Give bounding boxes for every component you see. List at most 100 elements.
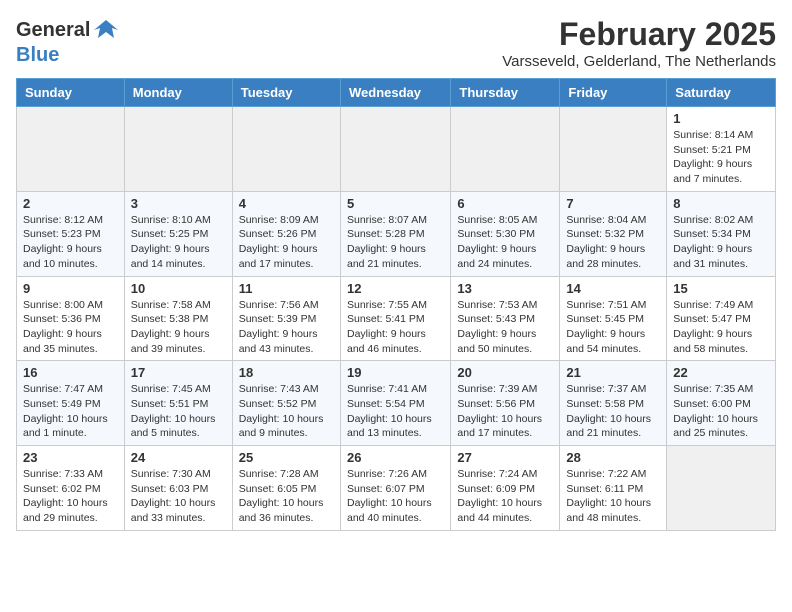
day-number: 21 [566,365,660,380]
title-block: February 2025 Varsseveld, Gelderland, Th… [502,16,776,70]
day-number: 25 [239,450,334,465]
table-row: 23 Sunrise: 7:33 AM Sunset: 6:02 PM Dayli… [17,446,125,531]
col-saturday: Saturday [667,79,776,107]
table-row: 9Sunrise: 8:00 AM Sunset: 5:36 PM Daylig… [17,276,125,361]
table-row: 7 Sunrise: 8:04 AM Sunset: 5:32 PM Daylig… [560,191,667,276]
day-number: 19 [347,365,444,380]
table-row: 20 Sunrise: 7:39 AM Sunset: 5:56 PM Dayli… [451,361,560,446]
calendar-week-row: 9Sunrise: 8:00 AM Sunset: 5:36 PM Daylig… [17,276,776,361]
day-number: 17 [131,365,226,380]
day-info: Sunrise: 7:58 AM Sunset: 5:38 PM Dayligh… [131,298,226,357]
day-info: Sunrise: 7:45 AM Sunset: 5:51 PM Dayligh… [131,382,226,441]
calendar-week-row: 16Sunrise: 7:47 AM Sunset: 5:49 PM Dayli… [17,361,776,446]
day-number: 6 [457,196,553,211]
day-info: Sunrise: 7:39 AM Sunset: 5:56 PM Dayligh… [457,382,553,441]
table-row: 1Sunrise: 8:14 AM Sunset: 5:21 PM Daylig… [667,107,776,192]
table-row: 2 Sunrise: 8:12 AM Sunset: 5:23 PM Daylig… [17,191,125,276]
table-row: 4 Sunrise: 8:09 AM Sunset: 5:26 PM Daylig… [232,191,340,276]
table-row [451,107,560,192]
table-row: 28 Sunrise: 7:22 AM Sunset: 6:11 PM Dayli… [560,446,667,531]
table-row [667,446,776,531]
day-info: Sunrise: 7:33 AM Sunset: 6:02 PM Dayligh… [23,467,118,526]
table-row [17,107,125,192]
day-number: 20 [457,365,553,380]
page-header: General Blue February 2025 Varsseveld, G… [16,16,776,70]
day-info: Sunrise: 7:22 AM Sunset: 6:11 PM Dayligh… [566,467,660,526]
logo-blue-text: Blue [16,44,59,66]
day-number: 23 [23,450,118,465]
calendar-week-row: 23 Sunrise: 7:33 AM Sunset: 6:02 PM Dayli… [17,446,776,531]
day-number: 27 [457,450,553,465]
day-info: Sunrise: 7:28 AM Sunset: 6:05 PM Dayligh… [239,467,334,526]
day-number: 11 [239,281,334,296]
table-row: 18 Sunrise: 7:43 AM Sunset: 5:52 PM Dayli… [232,361,340,446]
col-monday: Monday [124,79,232,107]
calendar-header-row: Sunday Monday Tuesday Wednesday Thursday… [17,79,776,107]
day-number: 12 [347,281,444,296]
table-row: 19 Sunrise: 7:41 AM Sunset: 5:54 PM Dayli… [340,361,450,446]
day-info: Sunrise: 8:04 AM Sunset: 5:32 PM Dayligh… [566,213,660,272]
col-friday: Friday [560,79,667,107]
col-sunday: Sunday [17,79,125,107]
day-number: 28 [566,450,660,465]
col-thursday: Thursday [451,79,560,107]
col-tuesday: Tuesday [232,79,340,107]
table-row: 8 Sunrise: 8:02 AM Sunset: 5:34 PM Daylig… [667,191,776,276]
day-number: 14 [566,281,660,296]
day-number: 3 [131,196,226,211]
day-number: 5 [347,196,444,211]
table-row [124,107,232,192]
table-row: 5 Sunrise: 8:07 AM Sunset: 5:28 PM Daylig… [340,191,450,276]
day-info: Sunrise: 7:37 AM Sunset: 5:58 PM Dayligh… [566,382,660,441]
day-number: 10 [131,281,226,296]
table-row: 24Sunrise: 7:30 AM Sunset: 6:03 PM Dayli… [124,446,232,531]
day-info: Sunrise: 8:07 AM Sunset: 5:28 PM Dayligh… [347,213,444,272]
table-row: 14 Sunrise: 7:51 AM Sunset: 5:45 PM Dayli… [560,276,667,361]
day-info: Sunrise: 8:12 AM Sunset: 5:23 PM Dayligh… [23,213,118,272]
calendar-week-row: 1Sunrise: 8:14 AM Sunset: 5:21 PM Daylig… [17,107,776,192]
table-row: 26Sunrise: 7:26 AM Sunset: 6:07 PM Dayli… [340,446,450,531]
day-number: 13 [457,281,553,296]
logo-bird-icon [92,16,120,44]
location-subtitle: Varsseveld, Gelderland, The Netherlands [502,53,776,70]
table-row: 12 Sunrise: 7:55 AM Sunset: 5:41 PM Dayli… [340,276,450,361]
day-info: Sunrise: 7:24 AM Sunset: 6:09 PM Dayligh… [457,467,553,526]
table-row: 16Sunrise: 7:47 AM Sunset: 5:49 PM Dayli… [17,361,125,446]
month-year-title: February 2025 [502,16,776,53]
day-number: 4 [239,196,334,211]
table-row: 27 Sunrise: 7:24 AM Sunset: 6:09 PM Dayli… [451,446,560,531]
day-info: Sunrise: 7:35 AM Sunset: 6:00 PM Dayligh… [673,382,769,441]
table-row: 11 Sunrise: 7:56 AM Sunset: 5:39 PM Dayli… [232,276,340,361]
table-row: 25 Sunrise: 7:28 AM Sunset: 6:05 PM Dayli… [232,446,340,531]
day-info: Sunrise: 7:41 AM Sunset: 5:54 PM Dayligh… [347,382,444,441]
table-row: 3Sunrise: 8:10 AM Sunset: 5:25 PM Daylig… [124,191,232,276]
day-info: Sunrise: 8:02 AM Sunset: 5:34 PM Dayligh… [673,213,769,272]
day-number: 2 [23,196,118,211]
logo: General Blue [16,16,120,67]
day-number: 15 [673,281,769,296]
day-info: Sunrise: 7:51 AM Sunset: 5:45 PM Dayligh… [566,298,660,357]
day-number: 7 [566,196,660,211]
day-number: 16 [23,365,118,380]
table-row: 10 Sunrise: 7:58 AM Sunset: 5:38 PM Dayli… [124,276,232,361]
day-info: Sunrise: 7:26 AM Sunset: 6:07 PM Dayligh… [347,467,444,526]
calendar-week-row: 2 Sunrise: 8:12 AM Sunset: 5:23 PM Daylig… [17,191,776,276]
logo-general-text: General [16,19,90,42]
table-row: 13 Sunrise: 7:53 AM Sunset: 5:43 PM Dayli… [451,276,560,361]
table-row [340,107,450,192]
day-info: Sunrise: 8:00 AM Sunset: 5:36 PM Dayligh… [23,298,118,357]
day-info: Sunrise: 7:43 AM Sunset: 5:52 PM Dayligh… [239,382,334,441]
day-info: Sunrise: 7:56 AM Sunset: 5:39 PM Dayligh… [239,298,334,357]
table-row: 6Sunrise: 8:05 AM Sunset: 5:30 PM Daylig… [451,191,560,276]
table-row: 17 Sunrise: 7:45 AM Sunset: 5:51 PM Dayli… [124,361,232,446]
day-info: Sunrise: 7:53 AM Sunset: 5:43 PM Dayligh… [457,298,553,357]
table-row [560,107,667,192]
day-info: Sunrise: 8:09 AM Sunset: 5:26 PM Dayligh… [239,213,334,272]
col-wednesday: Wednesday [340,79,450,107]
day-number: 24 [131,450,226,465]
day-number: 8 [673,196,769,211]
table-row: 15Sunrise: 7:49 AM Sunset: 5:47 PM Dayli… [667,276,776,361]
day-number: 18 [239,365,334,380]
day-info: Sunrise: 8:14 AM Sunset: 5:21 PM Dayligh… [673,128,769,187]
day-info: Sunrise: 7:55 AM Sunset: 5:41 PM Dayligh… [347,298,444,357]
